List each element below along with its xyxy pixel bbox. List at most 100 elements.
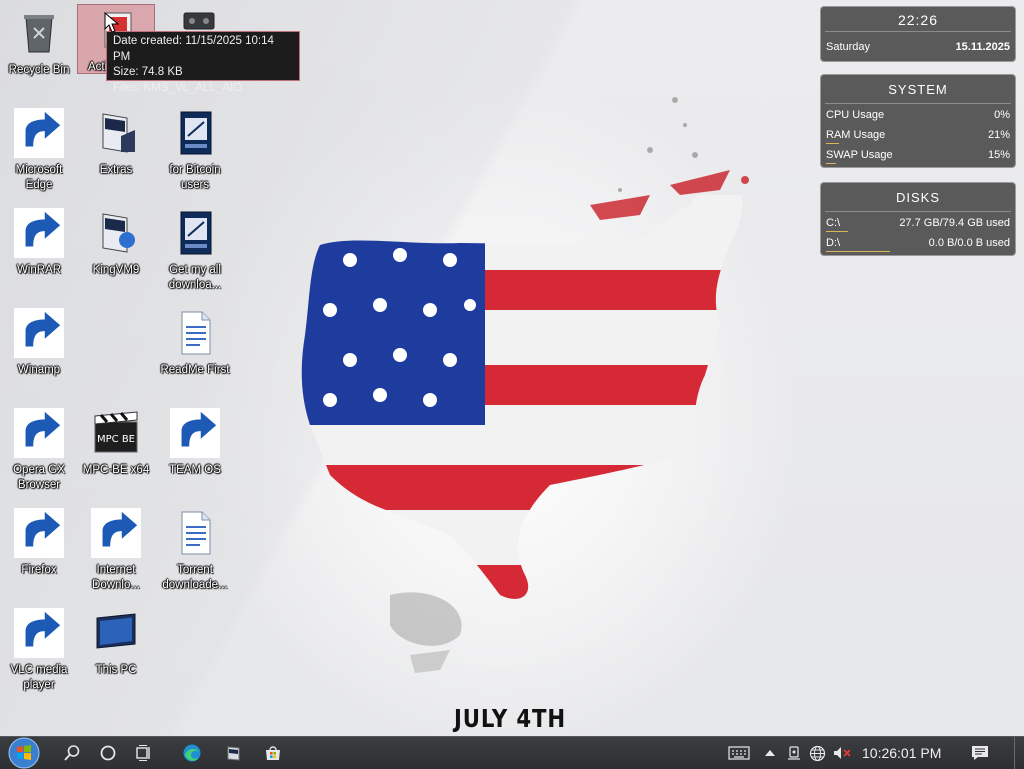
firefox-graphic — [14, 508, 64, 558]
show-desktop-button[interactable] — [1008, 737, 1024, 769]
show-desktop-divider — [1013, 737, 1015, 769]
shortcut-arrow-icon — [14, 308, 64, 358]
app-icon — [227, 746, 240, 761]
search-button[interactable] — [58, 737, 86, 769]
edge-icon — [183, 744, 201, 762]
team-os-label: TEAM OS — [169, 464, 221, 476]
shortcut-arrow-icon — [14, 408, 64, 458]
taskbar-store-button[interactable] — [259, 737, 287, 769]
edge-graphic — [14, 108, 64, 158]
torrent-doc-graphic — [170, 508, 220, 558]
shortcut-arrow-icon — [14, 108, 64, 158]
chevron-up-icon — [765, 750, 775, 756]
widget-divider — [825, 103, 1011, 104]
tray-volume-button[interactable] — [830, 737, 854, 769]
start-button[interactable] — [2, 737, 46, 769]
vlc-media-player-icon[interactable]: VLC media player — [1, 608, 77, 693]
microsoft-edge-label: Microsoft Edge — [15, 164, 63, 191]
shortcut-arrow-icon — [14, 508, 64, 558]
wallpaper-flag-art — [301, 97, 749, 673]
shortcut-arrow-icon — [14, 608, 64, 658]
system-widget-title: SYSTEM — [888, 82, 948, 97]
opera-gx-browser-icon[interactable]: Opera GX Browser — [1, 408, 77, 493]
recycle-bin-label: Recycle Bin — [8, 64, 70, 76]
ram-usage-value: 21% — [987, 129, 1010, 141]
recycle-bin-graphic — [14, 8, 64, 58]
winrar-icon[interactable]: WinRAR — [1, 208, 77, 278]
shortcut-arrow-icon — [14, 208, 64, 258]
taskbar-edge-button[interactable] — [178, 737, 206, 769]
taskbar-app-button[interactable] — [220, 737, 248, 769]
widget-divider — [825, 211, 1011, 212]
swap-usage-row: SWAP Usage 15% — [821, 146, 1015, 166]
firefox-icon[interactable]: Firefox — [1, 508, 77, 578]
cpu-usage-value: 0% — [994, 109, 1010, 121]
idm-graphic — [91, 508, 141, 558]
taskbar-clock[interactable]: 10:26:01 PM — [862, 737, 941, 769]
tray-keyboard-button[interactable] — [726, 737, 752, 769]
internet-download-manager-icon[interactable]: Internet Downlo... — [78, 508, 154, 593]
tray-network-button[interactable] — [807, 737, 827, 769]
kingvm9-icon[interactable]: KingVM9 — [78, 208, 154, 278]
torrent-downloader-label: Torrent downloade... — [162, 564, 228, 591]
speaker-muted-icon — [834, 747, 851, 759]
mpc-be-x64-label: MPC-BE x64 — [82, 464, 150, 476]
mouse-pointer-icon — [104, 12, 120, 33]
svg-text:MPC BE: MPC BE — [97, 434, 135, 445]
ram-usage-bar — [826, 143, 840, 144]
opera-gx-graphic — [14, 408, 64, 458]
for-bitcoin-users-icon[interactable]: for Bitcoin users — [157, 108, 233, 193]
tray-device-button[interactable] — [784, 737, 804, 769]
bitcoin-doc-graphic — [170, 108, 220, 158]
globe-icon — [809, 745, 825, 761]
winrar-graphic — [14, 208, 64, 258]
recycle-bin-icon[interactable]: Recycle Bin — [1, 8, 77, 78]
disk-d-usage-bar — [826, 251, 890, 252]
cpu-usage-row: CPU Usage 0% — [821, 106, 1015, 126]
get-my-all-downloads-icon[interactable]: Get my all downloa... — [157, 208, 233, 293]
cortana-button[interactable] — [94, 737, 122, 769]
widget-time: 22:26 — [897, 12, 939, 28]
extras-icon[interactable]: Extras — [78, 108, 154, 178]
ram-usage-row: RAM Usage 21% — [821, 126, 1015, 146]
mpc-be-x64-icon[interactable]: MPC BE MPC-BE x64 — [78, 408, 154, 478]
swap-usage-bar — [826, 163, 836, 164]
readme-doc-graphic — [170, 308, 220, 358]
tray-overflow-button[interactable] — [760, 737, 780, 769]
team-os-icon[interactable]: TEAM OS — [157, 408, 233, 478]
widget-divider — [825, 31, 1011, 32]
kingvm9-label: KingVM9 — [92, 264, 140, 276]
action-center-icon — [972, 746, 988, 760]
store-icon — [266, 746, 280, 760]
network-device-icon — [788, 746, 800, 760]
firefox-label: Firefox — [21, 564, 57, 576]
desktop[interactable]: JULY 4TH Recycle Bin Acti Microsoft Edge… — [0, 0, 1024, 736]
mpc-be-graphic: MPC BE — [91, 408, 141, 458]
readme-first-label: ReadMe First — [160, 364, 230, 376]
this-pc-icon[interactable]: This PC — [78, 608, 154, 678]
this-pc-graphic — [91, 608, 141, 658]
task-view-button[interactable] — [130, 737, 158, 769]
for-bitcoin-users-label: for Bitcoin users — [169, 164, 221, 191]
tooltip-files: Files: KMS_VL_ALL_AIO — [113, 81, 243, 94]
disk-c-row: C:\ 27.7 GB/79.4 GB used — [821, 214, 1015, 234]
disks-widget: DISKS C:\ 27.7 GB/79.4 GB used D:\ 0.0 B… — [820, 182, 1016, 256]
taskbar: 10:26:01 PM — [0, 736, 1024, 769]
system-widget: SYSTEM CPU Usage 0% RAM Usage 21% SWAP U… — [820, 74, 1016, 168]
internet-download-manager-label: Internet Downlo... — [92, 564, 140, 591]
widget-date: 15.11.2025 — [955, 41, 1010, 53]
tooltip-date-created: Date created: 11/15/2025 10:14 PM — [113, 35, 274, 63]
clock-date-row: Saturday 15.11.2025 — [821, 38, 1015, 58]
start-orb-icon — [8, 737, 40, 769]
readme-first-icon[interactable]: ReadMe First — [157, 308, 233, 378]
swap-usage-value: 15% — [987, 149, 1010, 161]
widget-day: Saturday — [826, 41, 871, 53]
microsoft-edge-icon[interactable]: Microsoft Edge — [1, 108, 77, 193]
shortcut-arrow-icon — [170, 408, 220, 458]
action-center-button[interactable] — [966, 737, 994, 769]
torrent-downloader-icon[interactable]: Torrent downloade... — [157, 508, 233, 593]
wallpaper-caption: JULY 4TH — [453, 704, 567, 733]
vlc-graphic — [14, 608, 64, 658]
winamp-icon[interactable]: Winamp — [1, 308, 77, 378]
opera-gx-browser-label: Opera GX Browser — [13, 464, 65, 491]
